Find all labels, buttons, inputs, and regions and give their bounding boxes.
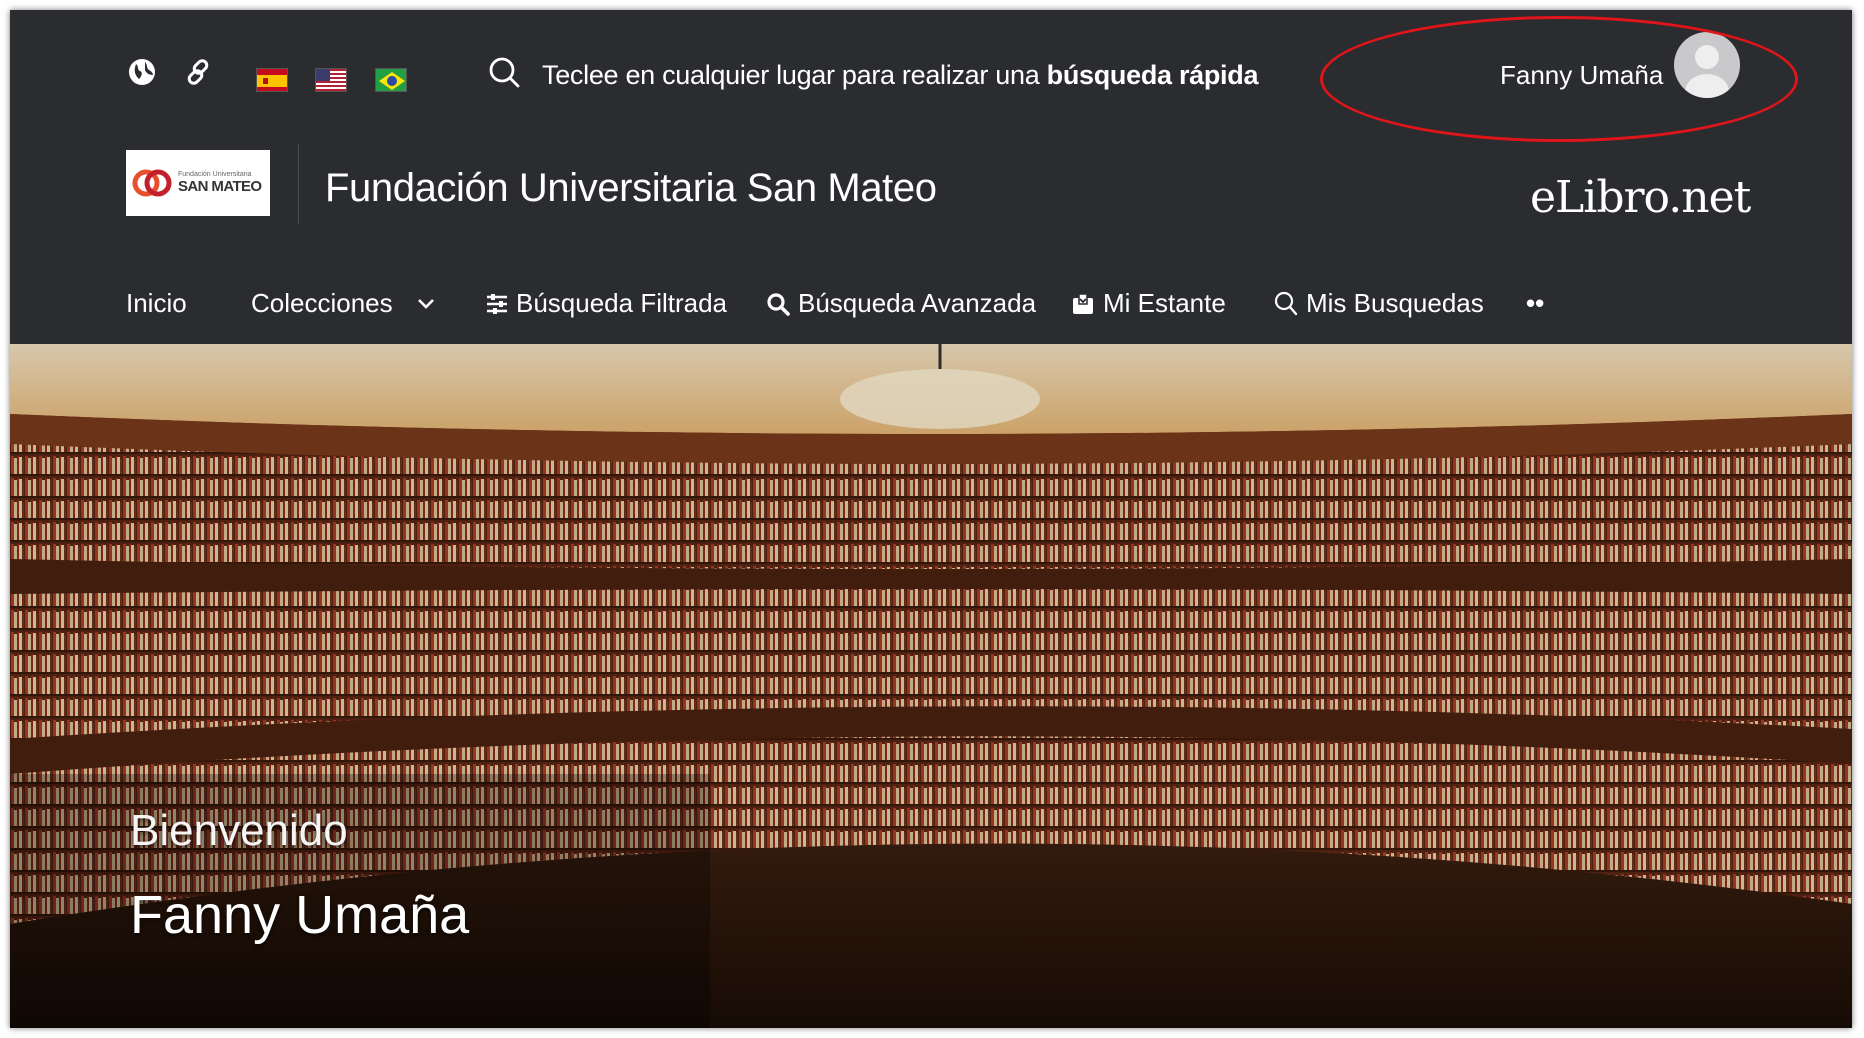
brand-divider: [298, 144, 299, 224]
flag-br-icon[interactable]: [375, 68, 407, 92]
link-icon[interactable]: [182, 56, 214, 88]
bookshelf-icon: [1073, 292, 1093, 314]
welcome-user-name: Fanny Umaña: [130, 885, 470, 945]
flag-us-icon[interactable]: [315, 68, 347, 92]
sliders-icon: [487, 293, 507, 314]
top-utility-bar: Teclee en cualquier lugar para realizar …: [10, 10, 1852, 142]
chevron-down-icon: [417, 298, 434, 309]
hero-banner: Bienvenido Fanny Umaña: [10, 344, 1852, 1028]
app-frame: Teclee en cualquier lugar para realizar …: [10, 10, 1852, 1028]
institution-name: Fundación Universitaria San Mateo: [325, 166, 937, 210]
highlight-annotation-oval: [1320, 16, 1798, 142]
nav-more-button[interactable]: ••: [1526, 288, 1544, 319]
nav-mi-estante[interactable]: Mi Estante: [1071, 288, 1226, 319]
nav-busqueda-filtrada-label: Búsqueda Filtrada: [516, 288, 728, 318]
elibro-logo[interactable]: eLibro.net: [1530, 172, 1751, 223]
nav-inicio-label: Inicio: [126, 288, 187, 318]
institution-logo[interactable]: Fundación Universitaria SAN MATEO: [126, 150, 270, 216]
nav-mis-busquedas[interactable]: Mis Busquedas: [1274, 288, 1484, 319]
nav-busqueda-avanzada[interactable]: Búsqueda Avanzada: [766, 288, 1036, 319]
logo-mark-icon: [132, 169, 172, 197]
nav-mis-busquedas-label: Mis Busquedas: [1306, 288, 1484, 318]
search-hint-prefix: Teclee en cualquier lugar para realizar …: [542, 60, 1047, 90]
search-hint-text: Teclee en cualquier lugar para realizar …: [542, 60, 1258, 91]
logo-text: Fundación Universitaria SAN MATEO: [178, 171, 262, 195]
search-icon[interactable]: [488, 56, 522, 95]
globe-icon[interactable]: [126, 56, 158, 88]
quick-search[interactable]: Teclee en cualquier lugar para realizar …: [488, 56, 1258, 95]
nav-inicio[interactable]: Inicio: [126, 288, 187, 319]
more-dots-icon: ••: [1526, 288, 1545, 318]
nav-busqueda-filtrada[interactable]: Búsqueda Filtrada: [486, 288, 727, 319]
search-hint-bold: búsqueda rápida: [1046, 60, 1259, 90]
nav-colecciones[interactable]: Colecciones: [251, 288, 435, 319]
search-icon: [1274, 291, 1298, 315]
nav-mi-estante-label: Mi Estante: [1103, 288, 1226, 318]
flag-es-icon[interactable]: [256, 68, 288, 92]
logo-main-text: SAN MATEO: [178, 178, 262, 195]
nav-colecciones-label: Colecciones: [251, 288, 393, 318]
search-icon: [767, 292, 790, 316]
nav-busqueda-avanzada-label: Búsqueda Avanzada: [798, 288, 1037, 318]
welcome-label: Bienvenido: [130, 806, 348, 855]
